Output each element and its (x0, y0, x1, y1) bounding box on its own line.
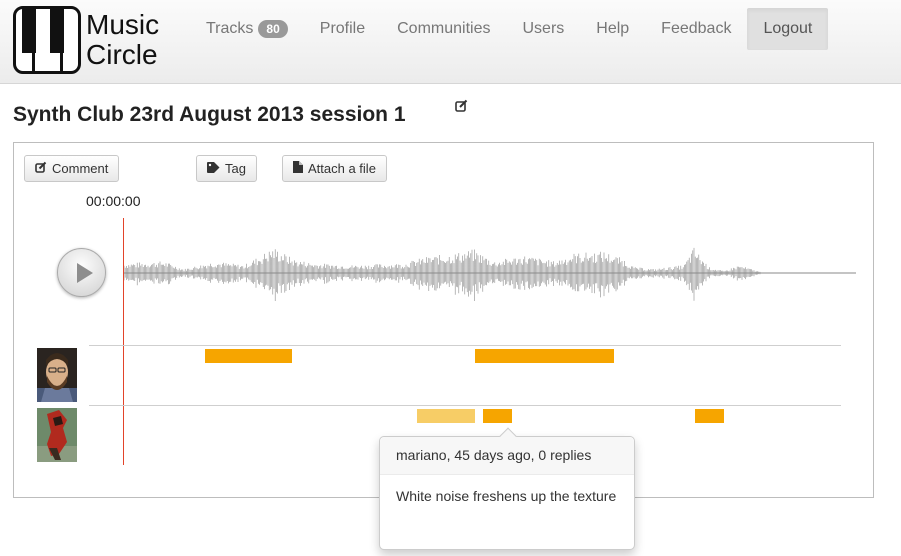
annotation-segment[interactable] (482, 409, 512, 423)
annotation-segment[interactable] (694, 409, 725, 423)
comment-button[interactable]: Comment (24, 155, 120, 182)
annotation-segment[interactable] (475, 349, 615, 363)
lane-divider (89, 345, 841, 346)
tag-icon (207, 161, 220, 176)
play-button[interactable] (57, 248, 106, 297)
edit-icon[interactable] (455, 99, 468, 115)
comment-meta: mariano, 45 days ago, 0 replies (380, 437, 634, 475)
annotation-segment[interactable] (416, 409, 476, 423)
playhead[interactable] (123, 218, 124, 465)
lane-divider (89, 405, 841, 406)
annotation-segment[interactable] (204, 349, 293, 363)
nav-communities[interactable]: Communities (381, 8, 506, 50)
tracks-count-badge: 80 (258, 20, 288, 38)
nav-users[interactable]: Users (506, 8, 580, 50)
logo-text[interactable]: Music Circle (86, 10, 159, 70)
logo-word-1: Music (86, 9, 160, 40)
comment-button-label: Comment (52, 161, 109, 176)
time-display: 00:00:00 (86, 193, 141, 209)
main-nav: Tracks 80 Profile Communities Users Help… (190, 8, 829, 50)
nav-feedback[interactable]: Feedback (645, 8, 747, 50)
comment-popover: mariano, 45 days ago, 0 replies White no… (379, 427, 635, 550)
tag-button[interactable]: Tag (196, 155, 257, 182)
tag-button-label: Tag (225, 161, 246, 176)
navbar: Music Circle Tracks 80 Profile Communiti… (0, 0, 901, 84)
attach-file-button[interactable]: Attach a file (282, 155, 387, 182)
edit-icon (35, 161, 47, 176)
page-title: Synth Club 23rd August 2013 session 1 (13, 103, 406, 126)
nav-help[interactable]: Help (580, 8, 645, 50)
avatar[interactable] (37, 348, 77, 402)
comment-text: White noise freshens up the texture (396, 488, 617, 504)
nav-tracks[interactable]: Tracks 80 (190, 8, 304, 50)
piano-keys-icon[interactable] (13, 6, 81, 74)
avatar[interactable] (37, 408, 77, 462)
nav-profile[interactable]: Profile (304, 8, 381, 50)
play-icon (77, 263, 93, 283)
file-icon (293, 161, 303, 176)
logout-button[interactable]: Logout (747, 8, 829, 50)
logo-word-2: Circle (86, 39, 158, 70)
attach-file-label: Attach a file (308, 161, 376, 176)
waveform[interactable] (124, 235, 856, 311)
nav-tracks-label: Tracks (206, 20, 254, 37)
